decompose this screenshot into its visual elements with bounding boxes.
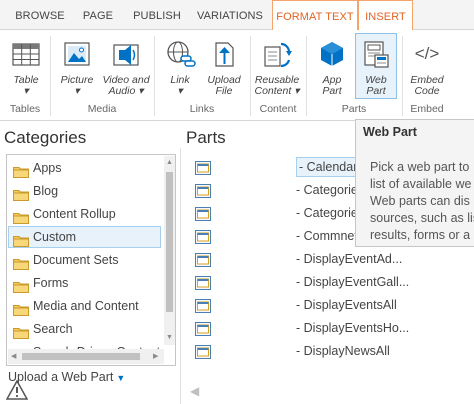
- scrollbar-thumb[interactable]: [22, 353, 140, 360]
- group-divider: [154, 36, 155, 116]
- group-label-media: Media: [87, 103, 117, 115]
- categories-list: Apps Blog Content Rollup Custom Document…: [6, 154, 176, 366]
- embed-code-button[interactable]: </> Embed Code: [406, 34, 448, 100]
- category-item-forms[interactable]: Forms: [8, 272, 161, 294]
- category-item-content-rollup[interactable]: Content Rollup: [8, 203, 161, 225]
- tab-insert[interactable]: INSERT: [358, 0, 413, 31]
- picture-button[interactable]: Picture ▾: [56, 34, 98, 100]
- scroll-down-arrow-icon[interactable]: ▼: [166, 334, 173, 342]
- link-button[interactable]: Link ▾: [160, 34, 200, 100]
- reusable-content-button[interactable]: Reusable Content ▾: [254, 34, 300, 100]
- app-part-icon: [316, 38, 348, 70]
- tab-browse[interactable]: BROWSE: [8, 0, 72, 30]
- group-label-links: Links: [189, 103, 215, 115]
- part-item-displayeventsall[interactable]: - DisplayEventsAll: [190, 294, 460, 316]
- part-item-displayeventad[interactable]: - DisplayEventAd...: [190, 248, 460, 270]
- part-item-displaynewsall[interactable]: - DisplayNewsAll: [190, 340, 460, 362]
- web-part-button[interactable]: Web Part: [355, 33, 397, 99]
- web-part-icon: [360, 38, 392, 70]
- scrollbar-thumb[interactable]: [166, 172, 173, 312]
- category-item-search[interactable]: Search: [8, 318, 161, 340]
- tab-variations[interactable]: VARIATIONS: [192, 0, 268, 30]
- categories-vertical-scrollbar[interactable]: ▲ ▼: [164, 156, 175, 345]
- group-divider: [402, 36, 403, 116]
- category-item-media-and-content[interactable]: Media and Content: [8, 295, 161, 317]
- part-item-displayeventgall[interactable]: - DisplayEventGall...: [190, 271, 460, 293]
- category-item-apps[interactable]: Apps: [8, 157, 161, 179]
- chevron-down-icon: ▼: [116, 373, 126, 383]
- group-label-parts: Parts: [341, 103, 367, 115]
- chevron-down-icon: ▾: [177, 85, 183, 97]
- chevron-down-icon: ▾: [23, 85, 29, 97]
- column-divider: [180, 148, 181, 404]
- picture-icon: [61, 38, 93, 70]
- tooltip-text-line: results, forms or a: [370, 228, 471, 242]
- category-item-custom[interactable]: Custom: [8, 226, 161, 248]
- categories-horizontal-scrollbar[interactable]: ◀ ▶: [8, 349, 164, 364]
- category-item-document-sets[interactable]: Document Sets: [8, 249, 161, 271]
- chevron-down-icon: ▾: [294, 85, 300, 97]
- upload-file-icon: [208, 38, 240, 70]
- tooltip-title: Web Part: [363, 125, 417, 139]
- scroll-right-arrow-icon[interactable]: ▶: [153, 353, 158, 361]
- scroll-left-arrow-icon[interactable]: ◀: [11, 353, 16, 361]
- group-label-embed: Embed: [410, 103, 444, 115]
- web-part-icon: [195, 344, 211, 366]
- group-label-content: Content: [259, 103, 297, 115]
- categories-heading: Categories: [4, 128, 87, 147]
- tooltip-text-line: Web parts can dis: [370, 194, 470, 208]
- video-audio-icon: [110, 38, 142, 70]
- link-icon: [164, 38, 196, 70]
- reusable-content-icon: [261, 38, 293, 70]
- scroll-up-arrow-icon[interactable]: ▲: [166, 159, 173, 167]
- warning-icon: [5, 379, 29, 404]
- part-item-displayeventsho[interactable]: - DisplayEventsHo...: [190, 317, 460, 339]
- group-label-tables: Tables: [9, 103, 41, 115]
- category-item-blog[interactable]: Blog: [8, 180, 161, 202]
- tab-publish[interactable]: PUBLISH: [126, 0, 188, 30]
- scroll-left-arrow-icon[interactable]: ◀: [190, 384, 199, 398]
- parts-heading: Parts: [186, 128, 226, 147]
- embed-code-icon: </>: [414, 44, 440, 63]
- tooltip-text-line: sources, such as lis: [370, 211, 474, 225]
- chevron-down-icon: ▾: [74, 85, 80, 97]
- group-divider: [50, 36, 51, 116]
- ribbon-panel: Table ▾ Picture ▾ Video and Audio ▾ Link…: [0, 30, 474, 121]
- group-divider: [250, 36, 251, 116]
- tab-page[interactable]: PAGE: [76, 0, 120, 30]
- upload-file-button[interactable]: Upload File: [204, 34, 244, 100]
- app-part-button[interactable]: App Part: [312, 34, 352, 100]
- table-icon: [10, 38, 42, 70]
- web-part-tooltip: Web Part Pick a web part to list of avai…: [355, 119, 474, 247]
- group-divider: [306, 36, 307, 116]
- tab-format-text[interactable]: FORMAT TEXT: [272, 0, 358, 31]
- ribbon-tab-strip: BROWSE PAGE PUBLISH VARIATIONS FORMAT TE…: [0, 0, 474, 31]
- tooltip-text-line: list of available we: [370, 177, 472, 191]
- tooltip-text-line: Pick a web part to: [370, 160, 470, 174]
- video-audio-button[interactable]: Video and Audio ▾: [100, 34, 152, 100]
- chevron-down-icon: ▾: [138, 85, 144, 97]
- table-button[interactable]: Table ▾: [4, 34, 48, 100]
